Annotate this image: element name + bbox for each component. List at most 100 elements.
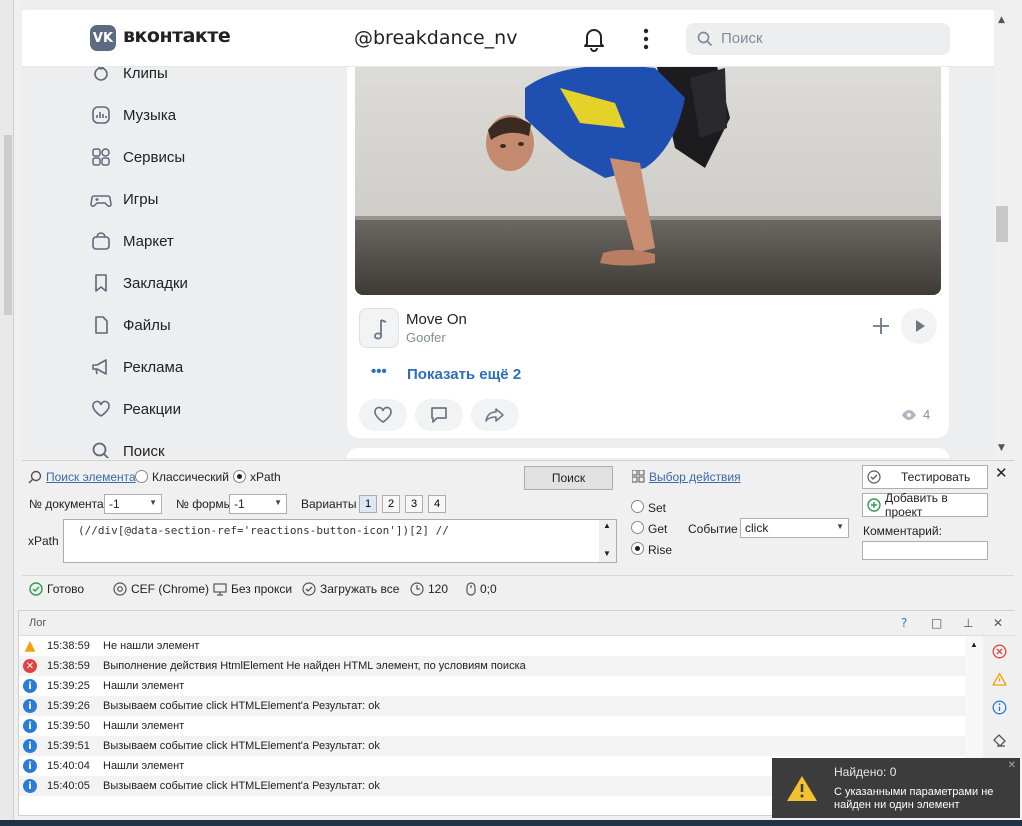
log-row[interactable]: ▲ 15:38:59 Не нашли элемент: [19, 636, 965, 656]
help-icon[interactable]: ?: [901, 616, 907, 630]
scroll-up-arrow-icon[interactable]: ▲: [998, 15, 1005, 25]
xpath-input[interactable]: (//div[@data-section-ref='reactions-butt…: [63, 519, 617, 563]
variant-1-button[interactable]: 1: [359, 495, 377, 513]
notifications-button[interactable]: [582, 26, 606, 52]
close-panel-icon[interactable]: ✕: [995, 464, 1008, 482]
sidebar-item-search[interactable]: Поиск: [90, 436, 165, 458]
log-time: 15:39:50: [47, 720, 90, 732]
test-button[interactable]: Тестировать: [862, 465, 988, 489]
variant-2-button[interactable]: 2: [382, 495, 400, 513]
sidebar-item-music[interactable]: Музыка: [90, 100, 176, 130]
search-placeholder: Поиск: [721, 30, 763, 47]
xpath-radio[interactable]: [233, 470, 246, 483]
toast-body: С указанными параметрами не найден ни од…: [834, 786, 994, 811]
vk-search-input[interactable]: Поиск: [686, 23, 950, 55]
doc-number-select[interactable]: -1 ▼: [104, 494, 162, 514]
scroll-up-arrow-icon[interactable]: ▲: [603, 521, 611, 530]
xpath-mode-label: xPath: [250, 470, 281, 484]
event-value: click: [745, 521, 769, 535]
audio-cover[interactable]: [359, 308, 399, 348]
chevron-down-icon: ▼: [274, 498, 282, 507]
search-icon: [697, 31, 713, 47]
variant-3-button[interactable]: 3: [405, 495, 423, 513]
clock-icon: [410, 582, 424, 596]
show-more-link[interactable]: Показать ещё 2: [407, 366, 521, 383]
heart-icon: [92, 400, 110, 417]
plus-icon: [873, 318, 889, 334]
sidebar-item-games[interactable]: Игры: [90, 184, 158, 214]
log-row[interactable]: i 15:39:25 Нашли элемент: [19, 676, 965, 696]
find-element-link[interactable]: Поиск элемента: [46, 470, 136, 484]
add-track-button[interactable]: [867, 312, 895, 340]
xpath-scrollbar[interactable]: ▲ ▼: [599, 520, 616, 562]
comment-input[interactable]: [862, 541, 988, 560]
event-label: Событие: [688, 522, 738, 536]
vk-brand-name[interactable]: вконтакте: [123, 25, 231, 47]
doc-number-label: № документа: [29, 497, 104, 511]
warning-icon: [787, 776, 817, 801]
track-title[interactable]: Move On: [406, 311, 467, 328]
mouse-coords: 0;0: [466, 582, 497, 596]
form-number-select[interactable]: -1 ▼: [229, 494, 287, 514]
sidebar-item-ads[interactable]: Реклама: [90, 352, 183, 382]
vk-logo-icon[interactable]: VK: [90, 25, 116, 51]
play-button[interactable]: [901, 308, 937, 344]
close-toast-icon[interactable]: ✕: [1008, 760, 1016, 771]
timeout-value[interactable]: 120: [410, 582, 448, 596]
scroll-down-arrow-icon[interactable]: ▼: [603, 549, 611, 558]
like-button[interactable]: [359, 399, 407, 431]
log-row[interactable]: ✕ 15:38:59 Выполнение действия HtmlEleme…: [19, 656, 965, 676]
sidebar-item-bookmarks[interactable]: Закладки: [90, 268, 188, 298]
vertical-dots-icon: [643, 28, 649, 50]
choose-action-link[interactable]: Выбор действия: [649, 470, 741, 484]
proxy-status[interactable]: Без прокси: [213, 582, 292, 596]
info-filter-icon[interactable]: [992, 700, 1007, 715]
clear-log-icon[interactable]: [992, 732, 1007, 747]
set-radio[interactable]: [631, 500, 644, 513]
variant-4-button[interactable]: 4: [428, 495, 446, 513]
sidebar-item-services[interactable]: Сервисы: [90, 142, 185, 172]
error-filter-icon[interactable]: [992, 644, 1007, 659]
browser-scrollbar[interactable]: ▲ ▼: [994, 10, 1010, 458]
more-dots-icon[interactable]: •••: [371, 363, 387, 380]
event-select[interactable]: click ▼: [740, 518, 849, 538]
notification-toast[interactable]: Найдено: 0 С указанными параметрами не н…: [772, 758, 1020, 818]
scroll-up-arrow-icon[interactable]: ▲: [970, 640, 978, 649]
more-menu-button[interactable]: [640, 26, 652, 52]
add-to-project-button[interactable]: Добавить в проект: [862, 491, 988, 519]
rise-radio[interactable]: [631, 542, 644, 555]
browser-engine[interactable]: CEF (Chrome): [113, 582, 209, 596]
load-all-toggle[interactable]: Загружать все: [302, 582, 399, 596]
post-card: Move On Goofer ••• Показать ещё 2 4: [347, 58, 949, 438]
mouse-icon: [466, 582, 476, 596]
magnifier-icon: [28, 470, 42, 484]
log-row[interactable]: i 15:39:50 Нашли элемент: [19, 716, 965, 736]
scroll-thumb[interactable]: [996, 206, 1008, 242]
classic-radio[interactable]: [135, 470, 148, 483]
log-row[interactable]: i 15:39:26 Вызываем событие click HTMLEl…: [19, 696, 965, 716]
get-radio[interactable]: [631, 521, 644, 534]
track-artist[interactable]: Goofer: [406, 330, 446, 345]
post-photo[interactable]: [355, 58, 941, 295]
sidebar-item-label: Маркет: [123, 232, 174, 250]
sidebar-item-files[interactable]: Файлы: [90, 310, 171, 340]
set-label: Set: [648, 501, 667, 515]
maximize-icon[interactable]: □: [931, 616, 942, 630]
share-button[interactable]: [471, 399, 519, 431]
warning-filter-icon[interactable]: [992, 672, 1007, 687]
scroll-down-arrow-icon[interactable]: ▼: [998, 443, 1005, 453]
play-icon: [916, 320, 925, 332]
form-number-label: № формы: [176, 497, 233, 511]
sidebar-item-market[interactable]: Маркет: [90, 226, 174, 256]
add-to-project-label: Добавить в проект: [885, 491, 948, 519]
log-time: 15:39:26: [47, 700, 90, 712]
comment-button[interactable]: [415, 399, 463, 431]
info-icon: i: [23, 699, 37, 713]
pin-icon[interactable]: ⊥: [963, 616, 973, 630]
sidebar-item-reactions[interactable]: Реакции: [90, 394, 181, 424]
log-row[interactable]: i 15:39:51 Вызываем событие click HTMLEl…: [19, 736, 965, 756]
search-button[interactable]: Поиск: [524, 466, 613, 490]
log-time: 15:38:59: [47, 640, 90, 652]
close-icon[interactable]: ✕: [993, 616, 1003, 630]
views-counter: 4: [901, 407, 930, 422]
